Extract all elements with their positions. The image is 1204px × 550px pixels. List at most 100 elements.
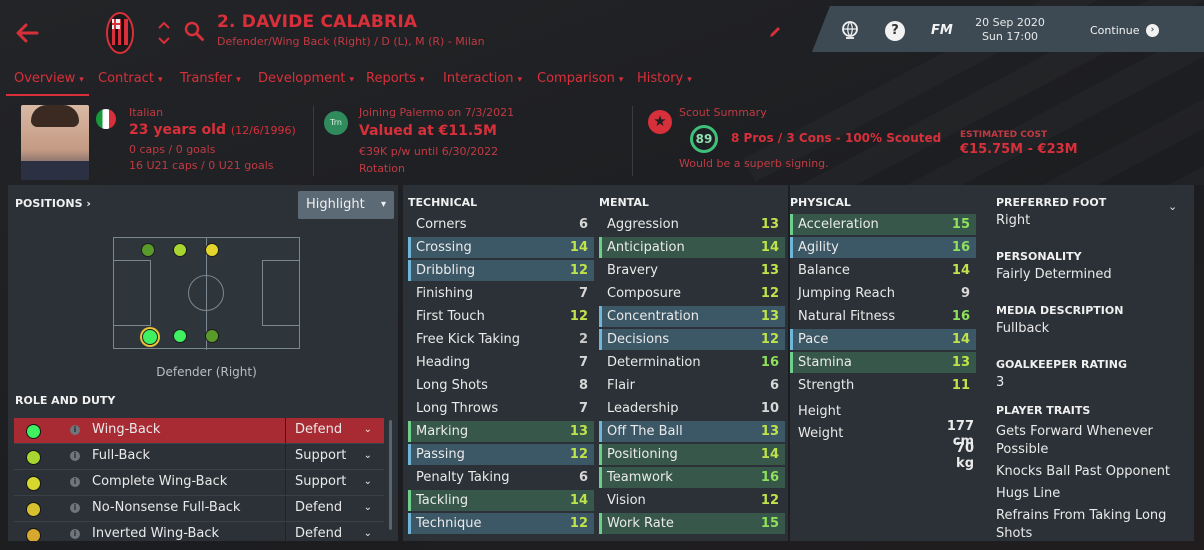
highlight-bar [408,375,411,396]
attribute-name: Marking [416,424,469,439]
media-description-value: Fullback [996,321,1050,336]
attribute-row[interactable]: Dribbling 12 [408,260,594,281]
attribute-name: Heading [416,355,471,370]
attribute-row[interactable]: Technique 12 [408,513,594,534]
attribute-row[interactable]: Heading 7 [408,352,594,373]
info-icon[interactable]: i [70,425,80,435]
duty-dropdown[interactable]: Defend ⌄ [285,522,384,541]
highlight-bar [599,329,602,350]
role-rating-icon [26,502,41,517]
attribute-name: Strength [798,378,855,393]
attribute-value: 16 [760,355,779,370]
attribute-row[interactable]: Stamina 13 [790,352,976,373]
role-row[interactable]: i Full-Back Support ⌄ [14,444,384,469]
attribute-name: Long Throws [416,401,499,416]
role-row[interactable]: i Inverted Wing-Back Defend ⌄ [14,522,384,541]
attribute-value: 14 [951,332,970,347]
attribute-row[interactable]: Crossing 14 [408,237,594,258]
highlight-bar [599,237,602,258]
attribute-row[interactable]: Teamwork 16 [599,467,785,488]
technical-header: TECHNICAL [408,196,478,209]
role-divider [14,469,384,470]
attribute-value: 14 [569,240,588,255]
attribute-row[interactable]: Pace 14 [790,329,976,350]
attribute-row[interactable]: Jumping Reach 9 [790,283,976,304]
attribute-value: 13 [760,217,779,232]
attribute-row[interactable]: Penalty Taking 6 [408,467,594,488]
attribute-name: Aggression [607,217,679,232]
attribute-row[interactable]: Work Rate 15 [599,513,785,534]
attribute-row[interactable]: Aggression 13 [599,214,785,235]
highlight-bar [790,306,793,327]
attribute-row[interactable]: Bravery 13 [599,260,785,281]
attribute-row[interactable]: Acceleration 15 [790,214,976,235]
highlight-bar [599,421,602,442]
highlight-bar [599,398,602,419]
duty-dropdown[interactable]: Defend ⌄ [285,418,384,443]
attribute-value: 16 [951,309,970,324]
highlight-bar [408,214,411,235]
highlight-bar [408,306,411,327]
duty-dropdown[interactable]: Support ⌄ [285,444,384,469]
trait-item[interactable]: Refrains From Taking Long Shots [996,507,1192,543]
attribute-row[interactable]: Passing 12 [408,444,594,465]
role-rating-icon [26,528,41,541]
attribute-row[interactable]: Corners 6 [408,214,594,235]
attribute-row[interactable]: Long Throws 7 [408,398,594,419]
info-icon[interactable]: i [70,477,80,487]
attribute-row[interactable]: Flair 6 [599,375,785,396]
attribute-row[interactable]: Marking 13 [408,421,594,442]
role-rating-icon [26,424,41,439]
roles-scrollbar[interactable] [389,420,392,530]
attribute-value: 11 [951,378,970,393]
attribute-row[interactable]: Leadership 10 [599,398,785,419]
info-icon[interactable]: i [70,529,80,539]
attribute-row[interactable]: Finishing 7 [408,283,594,304]
attribute-value: 6 [769,378,779,393]
attribute-name: Flair [607,378,636,393]
mental-header: MENTAL [599,196,649,209]
trait-item[interactable]: Knocks Ball Past Opponent [996,463,1192,481]
attribute-row[interactable]: Off The Ball 13 [599,421,785,442]
role-row[interactable]: i No-Nonsense Full-Back Defend ⌄ [14,496,384,521]
attribute-row[interactable]: Determination 16 [599,352,785,373]
attribute-name: Acceleration [798,217,879,232]
duty-dropdown[interactable]: Defend ⌄ [285,496,384,521]
attribute-value: 14 [760,447,779,462]
attribute-row[interactable]: Vision 12 [599,490,785,511]
attribute-row[interactable]: Balance 14 [790,260,976,281]
attribute-row[interactable]: First Touch 12 [408,306,594,327]
attribute-row[interactable]: Free Kick Taking 2 [408,329,594,350]
highlight-bar [790,237,793,258]
attribute-value: 16 [760,470,779,485]
trait-item[interactable]: Gets Forward Whenever Possible [996,423,1192,459]
attribute-value: 12 [569,516,588,531]
highlight-bar [408,490,411,511]
attribute-row[interactable]: Composure 12 [599,283,785,304]
attribute-row[interactable]: Agility 16 [790,237,976,258]
attribute-value: 13 [760,424,779,439]
highlight-bar [408,421,411,442]
attribute-row[interactable]: Natural Fitness 16 [790,306,976,327]
attribute-name: Free Kick Taking [416,332,521,347]
role-row[interactable]: i Complete Wing-Back Support ⌄ [14,470,384,495]
role-row[interactable]: i Wing-Back Defend ⌄ [14,418,384,443]
attribute-row[interactable]: Long Shots 8 [408,375,594,396]
attribute-value: 14 [951,263,970,278]
attribute-row[interactable]: Concentration 13 [599,306,785,327]
attribute-row[interactable]: Positioning 14 [599,444,785,465]
trait-item[interactable]: Hugs Line [996,485,1192,503]
attribute-name: Off The Ball [607,424,683,439]
attribute-row[interactable]: Anticipation 14 [599,237,785,258]
role-name: Full-Back [92,448,151,463]
goalkeeper-rating-value: 3 [996,375,1005,390]
attribute-row[interactable]: Strength 11 [790,375,976,396]
attribute-value: 13 [760,309,779,324]
duty-dropdown[interactable]: Support ⌄ [285,470,384,495]
attribute-row[interactable]: Decisions 12 [599,329,785,350]
chevron-down-icon: ⌄ [363,476,372,487]
info-icon[interactable]: i [70,451,80,461]
attribute-row[interactable]: Tackling 14 [408,490,594,511]
chevron-down-icon: ⌄ [363,424,372,435]
info-icon[interactable]: i [70,503,80,513]
